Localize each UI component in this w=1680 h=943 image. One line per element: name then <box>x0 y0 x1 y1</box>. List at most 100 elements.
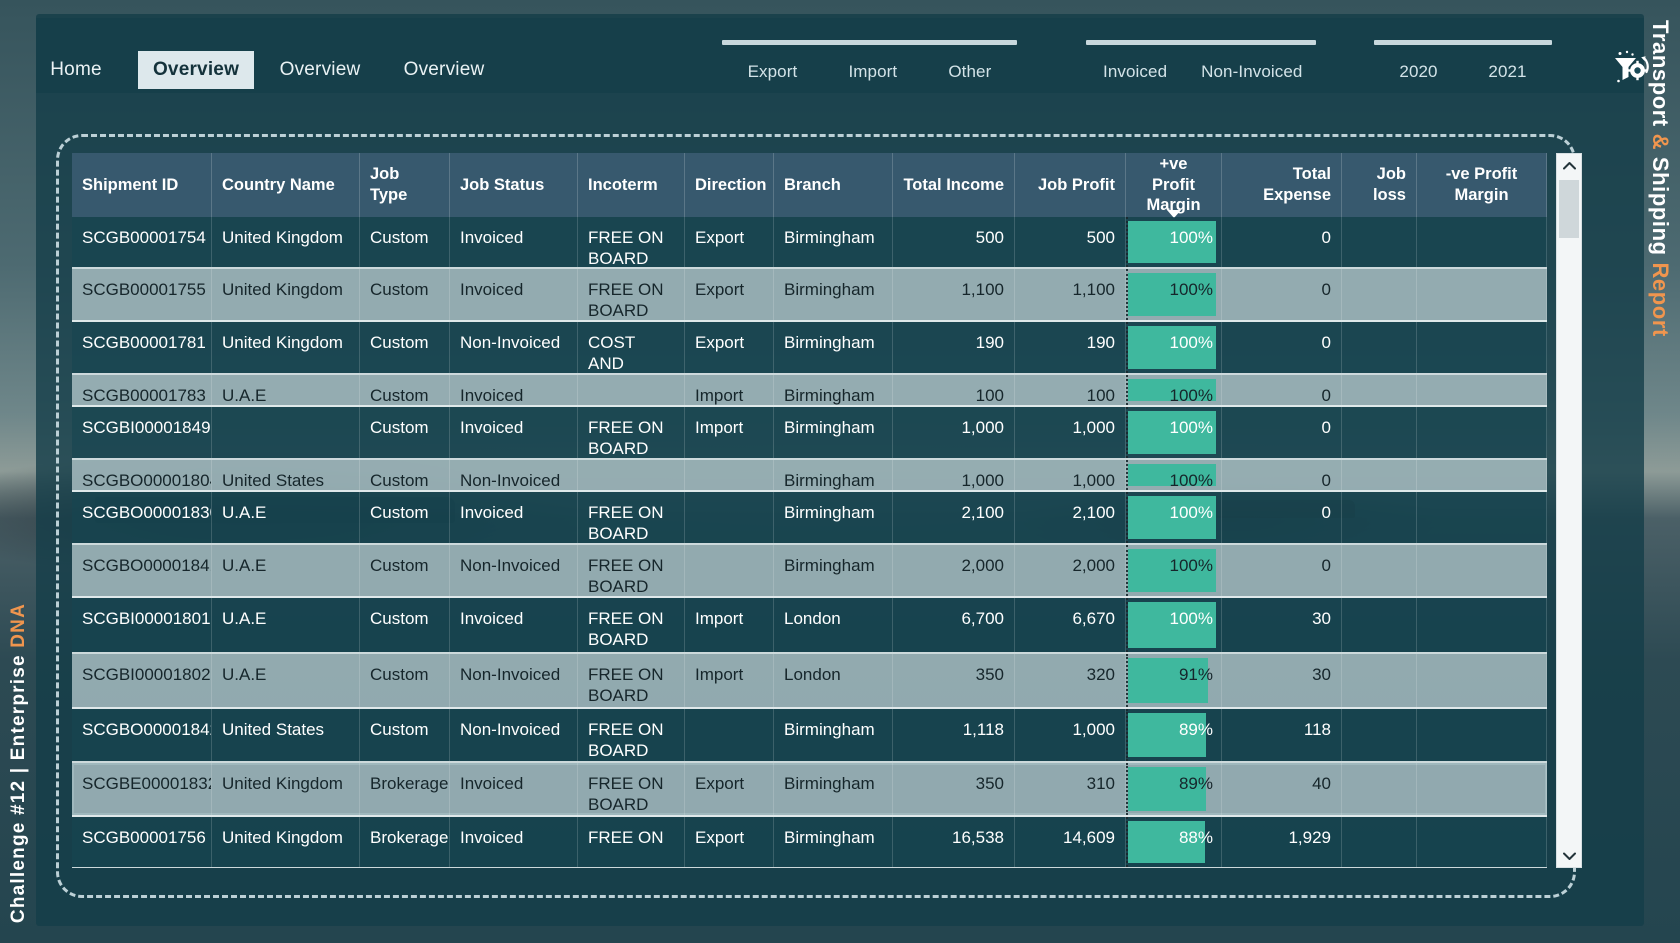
report-title-part4: Report <box>1648 262 1673 337</box>
column-header-profit_margin[interactable]: +ve Profit Margin <box>1126 153 1222 218</box>
column-header-job_loss[interactable]: Job loss <box>1342 153 1417 217</box>
profit-margin-databar: 100% <box>1126 322 1221 373</box>
slicer-option-year-0[interactable]: 2020 <box>1382 58 1454 86</box>
column-header-branch[interactable]: Branch <box>774 153 893 217</box>
slicer-option-direction-0[interactable]: Export <box>731 58 815 86</box>
slicer-option-invoice-status-1[interactable]: Non-Invoiced <box>1184 58 1319 86</box>
column-header-total_income[interactable]: Total Income <box>893 153 1015 217</box>
scroll-up-icon[interactable] <box>1557 154 1581 176</box>
cell-neg_profit_margin <box>1417 492 1547 543</box>
table-row[interactable]: SCGB00001755 United Kingdom Custom Invoiced… <box>72 269 1547 322</box>
top-navigation-bar: Home Overview Overview Overview Export Impor… <box>36 18 1649 93</box>
column-header-neg_profit_margin[interactable]: -ve Profit Margin <box>1417 153 1547 217</box>
table-row[interactable]: SCGBI00001801 U.A.E Custom Invoiced FREE ON … <box>72 598 1547 654</box>
cell-text: Invoiced <box>460 609 524 628</box>
nav-tab-3[interactable]: Overview <box>386 51 502 89</box>
slicer-option-year-1[interactable]: 2021 <box>1471 58 1543 86</box>
cell-text: FREE ON BOARD <box>588 774 664 815</box>
cell-branch: Birmingham <box>774 817 893 867</box>
table-row[interactable]: SCGB00001756 United Kingdom Brokerage Invoi… <box>72 817 1547 868</box>
column-header-shipment_id[interactable]: Shipment ID <box>72 153 212 217</box>
scroll-down-icon[interactable] <box>1557 845 1581 867</box>
cell-direction: Export <box>685 269 774 320</box>
cell-profit_margin: 89% <box>1126 763 1222 815</box>
slicer-option-invoice-status-0[interactable]: Invoiced <box>1086 58 1184 86</box>
column-header-job_profit[interactable]: Job Profit <box>1015 153 1126 217</box>
cell-text: FREE ON BOARD <box>588 418 664 458</box>
table-row[interactable]: SCGBO00001841 U.A.E Custom Non-Invoiced FREE… <box>72 545 1547 598</box>
column-header-label: Job Type <box>370 165 408 204</box>
databar-value: 100% <box>1169 386 1213 405</box>
column-header-label: Job loss <box>1372 165 1406 204</box>
cell-text: U.A.E <box>222 386 267 405</box>
cell-country_name: U.A.E <box>212 545 360 596</box>
column-header-label: +ve Profit Margin <box>1146 155 1201 215</box>
profit-margin-databar: 100% <box>1126 545 1221 596</box>
table-row[interactable]: SCGBI00001849 Custom Invoiced FREE ON BOARD… <box>72 407 1547 460</box>
profit-margin-databar: 100% <box>1126 269 1221 320</box>
cell-branch: Birmingham <box>774 545 893 596</box>
cell-job_status: Non-Invoiced <box>450 322 578 373</box>
table-row[interactable]: SCGBO00001830 U.A.E Custom Invoiced FREE ON … <box>72 492 1547 545</box>
cell-text: Custom <box>370 503 429 522</box>
cell-incoterm <box>578 375 685 405</box>
table-row[interactable]: SCGBI00001802 U.A.E Custom Non-Invoiced FREE… <box>72 654 1547 709</box>
cell-text: 0 <box>1321 556 1331 575</box>
cell-profit_margin: 100% <box>1126 407 1222 458</box>
column-header-incoterm[interactable]: Incoterm <box>578 153 685 217</box>
scrollbar-thumb[interactable] <box>1559 180 1579 238</box>
nav-tab-0[interactable]: Home <box>36 51 116 89</box>
cell-direction: Export <box>685 217 774 267</box>
nav-tab-2[interactable]: Overview <box>262 51 378 89</box>
cell-job_loss <box>1342 709 1417 761</box>
cell-text: 40 <box>1312 774 1331 793</box>
table-row[interactable]: SCGB00001783 U.A.E Custom Invoiced Import Bir… <box>72 375 1547 407</box>
table-row[interactable]: SCGBO00001842 United States Custom Non-Invo… <box>72 709 1547 763</box>
column-header-job_type[interactable]: Job Type <box>360 153 450 217</box>
cell-branch: Birmingham <box>774 269 893 320</box>
table-row[interactable]: SCGBO00001804 United States Custom Non-Invo… <box>72 460 1547 492</box>
cell-job_loss <box>1342 763 1417 815</box>
cell-text: Custom <box>370 720 429 739</box>
cell-profit_margin: 100% <box>1126 598 1222 652</box>
table-row[interactable]: SCGBE00001832 United Kingdom Brokerage Invo… <box>72 763 1547 817</box>
cell-country_name: United Kingdom <box>212 217 360 267</box>
cell-text: 100 <box>1086 386 1115 405</box>
column-header-total_expense[interactable]: Total Expense <box>1222 153 1342 217</box>
cell-total_expense: 0 <box>1222 460 1342 490</box>
cell-text: Brokerage <box>370 774 449 793</box>
report-title-part1: Transport <box>1648 20 1673 127</box>
cell-direction: Import <box>685 654 774 707</box>
cell-job_profit: 6,670 <box>1015 598 1126 652</box>
cell-text: Invoiced <box>460 386 524 405</box>
cell-direction: Export <box>685 322 774 373</box>
profit-margin-databar: 89% <box>1126 709 1221 761</box>
cell-text: London <box>784 609 841 628</box>
cell-job_type: Custom <box>360 460 450 490</box>
column-header-label: Country Name <box>222 175 335 194</box>
column-header-direction[interactable]: Direction <box>685 153 774 217</box>
cell-job_status: Non-Invoiced <box>450 709 578 761</box>
slicer-invoice-status: Invoiced Non-Invoiced <box>1086 40 1316 86</box>
cell-text: U.A.E <box>222 556 267 575</box>
cell-text: 350 <box>975 774 1004 793</box>
slicer-option-direction-2[interactable]: Other <box>931 58 1008 86</box>
column-header-country_name[interactable]: Country Name <box>212 153 360 217</box>
cell-profit_margin: 100% <box>1126 545 1222 596</box>
cell-total_income: 350 <box>893 763 1015 815</box>
table-row[interactable]: SCGB00001781 United Kingdom Custom Non-Invo… <box>72 322 1547 375</box>
cell-profit_margin: 91% <box>1126 654 1222 707</box>
table-row[interactable]: SCGB00001754 United Kingdom Custom Invoiced… <box>72 217 1547 269</box>
table-header-row: Shipment ID Country Name Job Type Job Statu… <box>72 153 1547 218</box>
cell-job_profit: 1,100 <box>1015 269 1126 320</box>
cell-branch: Birmingham <box>774 322 893 373</box>
cell-text: 310 <box>1086 774 1115 793</box>
cell-text: Custom <box>370 228 429 247</box>
cell-text: United Kingdom <box>222 280 343 299</box>
table-scrollbar[interactable] <box>1556 153 1582 868</box>
profit-margin-databar: 100% <box>1126 492 1221 543</box>
slicer-option-direction-1[interactable]: Import <box>831 58 914 86</box>
nav-tab-1[interactable]: Overview <box>138 51 254 89</box>
cell-direction <box>685 709 774 761</box>
column-header-job_status[interactable]: Job Status <box>450 153 578 217</box>
